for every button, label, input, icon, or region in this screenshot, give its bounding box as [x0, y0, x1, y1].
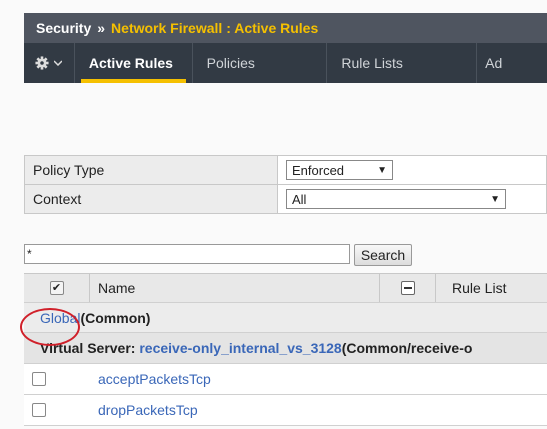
select-all-checkbox[interactable]: ✔	[49, 281, 64, 295]
rule-link[interactable]: dropPacketsTcp	[54, 395, 344, 425]
rules-table: ✔ Name Rule List Global (Common) Virtual…	[24, 273, 547, 426]
virtual-server-suffix: (Common/receive-o	[341, 340, 473, 356]
tab-policies[interactable]: Policies	[193, 43, 328, 83]
table-row: dropPacketsTcp	[24, 395, 547, 426]
rule-link[interactable]: acceptPacketsTcp	[54, 364, 344, 394]
virtual-server-row: Virtual Server: receive-only_internal_vs…	[24, 333, 547, 364]
tab-bar: Active Rules Policies Rule Lists Ad	[24, 43, 547, 83]
column-header-rule-list[interactable]: Rule List	[436, 274, 506, 302]
tab-active-rules[interactable]: Active Rules	[75, 43, 193, 83]
chevron-down-icon	[54, 60, 63, 66]
virtual-server-label: Virtual Server:	[40, 340, 136, 356]
row-checkbox[interactable]	[32, 403, 46, 417]
dropdown-arrow-icon: ▼	[490, 193, 500, 205]
breadcrumb-page[interactable]: Network Firewall : Active Rules	[111, 20, 318, 36]
tab-rule-lists[interactable]: Rule Lists	[327, 43, 478, 83]
group-suffix: (Common)	[80, 309, 151, 326]
virtual-server-link[interactable]: receive-only_internal_vs_3128	[139, 340, 341, 356]
filter-settings-table: Policy Type Enforced ▼ Context All ▼	[24, 155, 547, 214]
tab-more[interactable]: Ad	[477, 43, 547, 83]
gear-icon	[35, 56, 49, 70]
column-header-name[interactable]: Name	[90, 274, 380, 302]
context-select[interactable]: All ▼	[286, 189, 506, 209]
breadcrumb-section: Security	[36, 20, 92, 36]
context-label: Context	[24, 184, 278, 214]
row-checkbox[interactable]	[32, 372, 46, 386]
policy-type-value: Enforced	[292, 162, 345, 178]
settings-menu[interactable]	[24, 43, 75, 83]
search-input[interactable]: *	[24, 244, 350, 264]
group-row-global: Global (Common)	[24, 303, 547, 333]
breadcrumb-separator: »	[97, 20, 106, 36]
context-value: All	[292, 191, 307, 207]
dropdown-arrow-icon: ▼	[377, 164, 387, 176]
policy-type-select[interactable]: Enforced ▼	[286, 160, 393, 180]
search-button[interactable]: Search	[354, 244, 412, 266]
global-link[interactable]: Global	[40, 310, 80, 326]
table-header: ✔ Name Rule List	[24, 273, 547, 303]
breadcrumb: Security » Network Firewall : Active Rul…	[24, 13, 547, 43]
table-row: acceptPacketsTcp	[24, 364, 547, 395]
collapse-all-icon[interactable]	[400, 281, 415, 295]
policy-type-label: Policy Type	[24, 155, 278, 185]
